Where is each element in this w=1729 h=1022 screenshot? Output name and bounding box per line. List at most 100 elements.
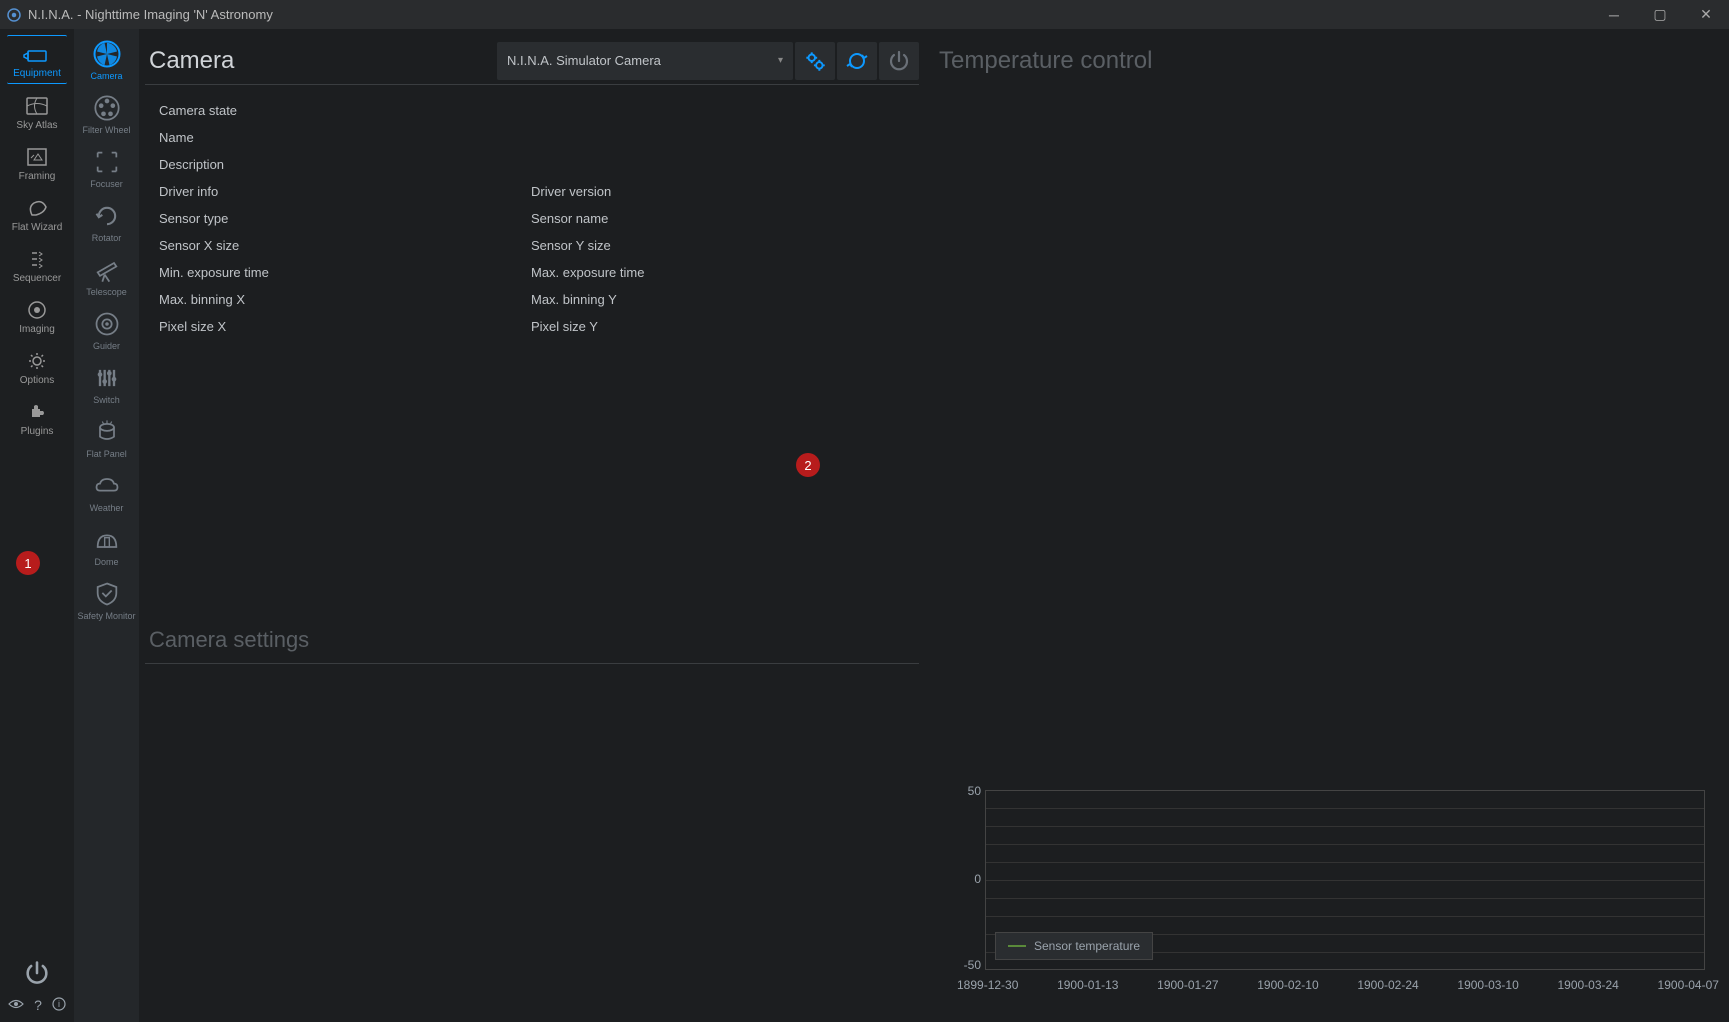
row-max-exp: Max. exposure time xyxy=(531,259,903,286)
equip-label: Guider xyxy=(93,341,120,351)
equip-label: Dome xyxy=(94,557,118,567)
content: Camera N.I.N.A. Simulator Camera ▾ Camer… xyxy=(139,29,1729,1022)
notification-badge-2[interactable]: 2 xyxy=(796,453,820,477)
sidebar-item-plugins[interactable]: Plugins xyxy=(7,394,67,441)
sidebar-item-equipment[interactable]: Equipment xyxy=(7,35,67,84)
equip-item-focuser[interactable]: Focuser xyxy=(74,141,139,193)
equip-label: Camera xyxy=(90,71,122,81)
equipment-sidebar: Camera Filter Wheel Focuser Rotator Tele… xyxy=(74,29,139,1022)
notification-badge-1[interactable]: 1 xyxy=(16,551,40,575)
sidebar-label: Framing xyxy=(19,171,56,182)
y-tick: 0 xyxy=(937,872,981,886)
switch-icon xyxy=(92,363,122,393)
x-tick: 1900-02-24 xyxy=(1357,978,1418,992)
sidebar-label: Sequencer xyxy=(13,273,61,284)
equip-label: Telescope xyxy=(86,287,127,297)
sidebar-label: Plugins xyxy=(21,426,54,437)
sidebar-item-options[interactable]: Options xyxy=(7,343,67,390)
window-controls: ─ ▢ ✕ xyxy=(1591,0,1729,29)
svg-text:i: i xyxy=(58,999,60,1009)
equip-label: Switch xyxy=(93,395,120,405)
x-tick: 1900-03-24 xyxy=(1557,978,1618,992)
row-sensor-y: Sensor Y size xyxy=(531,232,903,259)
window-title: N.I.N.A. - Nighttime Imaging 'N' Astrono… xyxy=(28,7,1591,22)
camera-icon xyxy=(92,39,122,69)
flat-panel-icon xyxy=(92,417,122,447)
refresh-button[interactable] xyxy=(837,42,877,80)
minimize-button[interactable]: ─ xyxy=(1591,0,1637,29)
legend-color xyxy=(1008,945,1026,947)
imaging-icon xyxy=(19,298,55,322)
equip-item-flat-panel[interactable]: Flat Panel xyxy=(74,411,139,463)
info-icon[interactable]: i xyxy=(52,997,66,1014)
connect-button[interactable] xyxy=(879,42,919,80)
row-max-bin-y: Max. binning Y xyxy=(531,286,903,313)
x-ticks: 1899-12-30 1900-01-13 1900-01-27 1900-02… xyxy=(957,978,1719,992)
camera-settings-section: Camera settings xyxy=(145,627,919,664)
x-tick: 1900-04-07 xyxy=(1658,978,1719,992)
y-tick: 50 xyxy=(937,784,981,798)
row-camera-state: Camera state xyxy=(159,97,919,124)
temperature-title: Temperature control xyxy=(937,37,1719,85)
camera-title: Camera xyxy=(145,47,234,75)
sidebar-label: Flat Wizard xyxy=(12,222,63,233)
legend-label: Sensor temperature xyxy=(1034,939,1140,953)
x-tick: 1900-03-10 xyxy=(1457,978,1518,992)
equip-label: Filter Wheel xyxy=(82,125,130,135)
flat-wizard-icon xyxy=(19,196,55,220)
filter-wheel-icon xyxy=(92,93,122,123)
equip-item-dome[interactable]: Dome xyxy=(74,519,139,571)
row-name: Name xyxy=(159,124,919,151)
equip-item-rotator[interactable]: Rotator xyxy=(74,195,139,247)
equip-label: Flat Panel xyxy=(86,449,127,459)
eye-icon[interactable] xyxy=(8,997,24,1014)
sidebar-item-sequencer[interactable]: Sequencer xyxy=(7,241,67,288)
equip-item-safety-monitor[interactable]: Safety Monitor xyxy=(74,573,139,625)
sidebar-label: Equipment xyxy=(13,68,61,79)
equip-label: Weather xyxy=(90,503,124,513)
temperature-panel: Temperature control 50 0 -50 Sensor temp… xyxy=(929,29,1729,1022)
equip-item-guider[interactable]: Guider xyxy=(74,303,139,355)
equip-label: Focuser xyxy=(90,179,123,189)
power-button-bottom[interactable] xyxy=(23,959,51,987)
app-icon xyxy=(4,5,24,25)
rotator-icon xyxy=(92,201,122,231)
row-min-exp: Min. exposure time xyxy=(159,259,531,286)
row-pixel-x: Pixel size X xyxy=(159,313,531,340)
x-tick: 1900-01-13 xyxy=(1057,978,1118,992)
dome-icon xyxy=(92,525,122,555)
equip-item-filter-wheel[interactable]: Filter Wheel xyxy=(74,87,139,139)
options-icon xyxy=(19,349,55,373)
row-driver-info: Driver info xyxy=(159,178,531,205)
x-tick: 1899-12-30 xyxy=(957,978,1018,992)
maximize-button[interactable]: ▢ xyxy=(1637,0,1683,29)
help-icon[interactable]: ? xyxy=(34,997,42,1014)
sidebar-item-framing[interactable]: Framing xyxy=(7,139,67,186)
camera-header: Camera N.I.N.A. Simulator Camera ▾ xyxy=(145,37,919,85)
focuser-icon xyxy=(92,147,122,177)
equip-item-weather[interactable]: Weather xyxy=(74,465,139,517)
sidebar-item-sky-atlas[interactable]: Sky Atlas xyxy=(7,88,67,135)
equip-item-telescope[interactable]: Telescope xyxy=(74,249,139,301)
camera-select[interactable]: N.I.N.A. Simulator Camera ▾ xyxy=(497,42,793,80)
camera-panel: Camera N.I.N.A. Simulator Camera ▾ Camer… xyxy=(139,29,929,1022)
sidebar-label: Imaging xyxy=(19,324,55,335)
chart-legend: Sensor temperature xyxy=(995,932,1153,960)
equip-item-camera[interactable]: Camera xyxy=(74,33,139,85)
sidebar-item-flat-wizard[interactable]: Flat Wizard xyxy=(7,190,67,237)
close-button[interactable]: ✕ xyxy=(1683,0,1729,29)
row-driver-version: Driver version xyxy=(531,178,903,205)
sidebar-label: Sky Atlas xyxy=(16,120,57,131)
sky-atlas-icon xyxy=(19,94,55,118)
y-tick: -50 xyxy=(937,958,981,972)
equipment-icon xyxy=(19,42,55,66)
settings-button[interactable] xyxy=(795,42,835,80)
guider-icon xyxy=(92,309,122,339)
sequencer-icon xyxy=(19,247,55,271)
telescope-icon xyxy=(92,255,122,285)
equip-item-switch[interactable]: Switch xyxy=(74,357,139,409)
equip-label: Rotator xyxy=(92,233,122,243)
x-tick: 1900-01-27 xyxy=(1157,978,1218,992)
sidebar-item-imaging[interactable]: Imaging xyxy=(7,292,67,339)
x-tick: 1900-02-10 xyxy=(1257,978,1318,992)
